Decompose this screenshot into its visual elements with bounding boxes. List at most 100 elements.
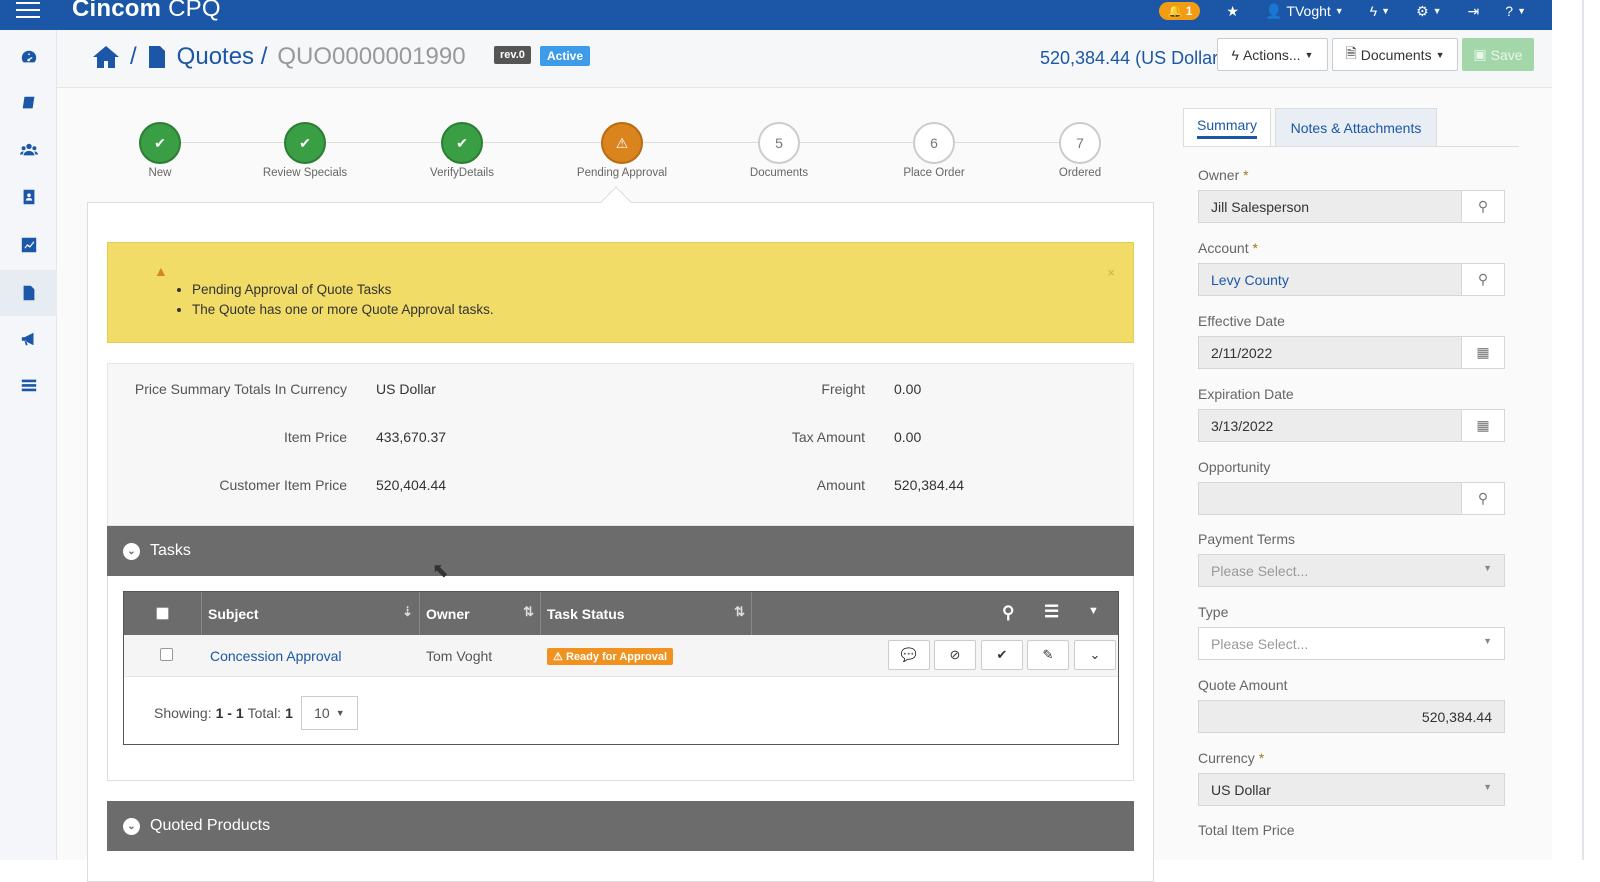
- price-summary: Price Summary Totals In Currency US Doll…: [107, 363, 1134, 526]
- user-menu[interactable]: 👤 TVoght ▼: [1265, 3, 1344, 20]
- quick-actions-menu[interactable]: ϟ ▼: [1370, 3, 1390, 19]
- alert-line: The Quote has one or more Quote Approval…: [192, 300, 494, 320]
- columns-menu-icon[interactable]: ☰: [1044, 602, 1059, 622]
- list-icon[interactable]: [0, 362, 57, 408]
- column-owner[interactable]: Owner ⇅: [420, 592, 541, 635]
- bolt-icon: ϟ: [1231, 46, 1239, 63]
- book-icon[interactable]: [0, 80, 57, 126]
- opportunity-field[interactable]: [1198, 482, 1462, 515]
- home-icon[interactable]: [92, 44, 120, 70]
- quotes-document-icon[interactable]: [0, 270, 57, 316]
- step-pending-approval[interactable]: ⚠ Pending Approval: [552, 122, 692, 179]
- app-brand[interactable]: Cincom CPQ: [72, 0, 221, 23]
- comment-button[interactable]: 💬: [888, 640, 930, 670]
- notifications-button[interactable]: 🔔 1: [1159, 2, 1201, 20]
- step-place-order[interactable]: 6 Place Order: [864, 122, 1004, 179]
- bolt-icon: ϟ: [1369, 3, 1378, 19]
- step-label: Place Order: [903, 167, 965, 179]
- users-icon[interactable]: [0, 127, 57, 173]
- currency-select[interactable]: US Dollar ▼: [1198, 773, 1505, 806]
- effective-date-picker[interactable]: ▦: [1462, 336, 1505, 369]
- caret-down-icon: ▼: [335, 708, 345, 718]
- owner-field[interactable]: Jill Salesperson: [1198, 190, 1462, 223]
- expiration-date-picker[interactable]: ▦: [1462, 409, 1505, 442]
- column-subject[interactable]: Subject ⇣: [202, 592, 420, 635]
- edit-button[interactable]: ✎: [1027, 640, 1069, 670]
- notifications-count: 1: [1185, 4, 1193, 18]
- alert-messages: Pending Approval of Quote Tasks The Quot…: [192, 280, 494, 320]
- amount-value: 520,384.44: [894, 477, 965, 493]
- owner-lookup-button[interactable]: ⚲: [1462, 190, 1505, 223]
- hamburger-menu-icon[interactable]: [16, 2, 40, 23]
- row-expand-button[interactable]: ⌄: [1074, 640, 1116, 670]
- tab-label: Summary: [1197, 117, 1257, 139]
- page-header: / Quotes / QUO0000001990 rev.0 Active 52…: [57, 30, 1552, 88]
- payment-terms-placeholder: Please Select...: [1211, 562, 1309, 579]
- close-icon[interactable]: ×: [1107, 265, 1115, 280]
- documents-button[interactable]: 🗎 Documents ▼: [1332, 38, 1458, 71]
- select-all-checkbox[interactable]: [156, 607, 169, 620]
- chevron-down-icon: ⌄: [123, 542, 140, 560]
- quote-amount-field[interactable]: 520,384.44: [1198, 700, 1505, 733]
- customer-item-price-label: Customer Item Price: [219, 477, 347, 493]
- total-count: 1: [285, 705, 293, 721]
- approval-alert: ▲ Pending Approval of Quote Tasks The Qu…: [107, 242, 1134, 343]
- tab-summary[interactable]: Summary: [1183, 108, 1271, 147]
- quoted-products-section-header[interactable]: ⌄ Quoted Products: [107, 801, 1134, 851]
- sort-icon: ⇅: [734, 604, 745, 619]
- expiration-date-label: Expiration Date: [1198, 386, 1294, 402]
- step-review-specials[interactable]: ✔ Review Specials: [235, 122, 375, 179]
- chart-icon[interactable]: [0, 222, 57, 268]
- item-price-label: Item Price: [283, 429, 347, 445]
- save-button[interactable]: ▣ Save: [1462, 38, 1534, 71]
- type-select[interactable]: Please Select... ▼: [1198, 627, 1505, 660]
- help-menu[interactable]: ? ▼: [1505, 3, 1526, 19]
- search-icon[interactable]: ⚲: [1002, 603, 1014, 623]
- gear-icon: ⚙: [1416, 2, 1429, 19]
- page-size-value: 10: [314, 705, 330, 721]
- approve-button[interactable]: ✔: [981, 640, 1023, 670]
- tab-notes-attachments[interactable]: Notes & Attachments: [1275, 108, 1437, 147]
- breadcrumb-quotes-link[interactable]: Quotes /: [177, 43, 268, 71]
- step-documents[interactable]: 5 Documents: [709, 122, 849, 179]
- task-status-label: Ready for Approval: [565, 651, 667, 663]
- calendar-icon: ▦: [1476, 344, 1490, 360]
- column-label: Owner: [426, 605, 470, 622]
- chevron-down-icon: ⌄: [1089, 647, 1101, 662]
- required-mark: *: [1258, 750, 1265, 766]
- tab-divider: [1183, 146, 1519, 147]
- contacts-book-icon[interactable]: [0, 174, 57, 220]
- dashboard-icon[interactable]: [0, 34, 57, 80]
- megaphone-icon[interactable]: [0, 316, 57, 362]
- logout-icon[interactable]: ⇥: [1468, 3, 1480, 20]
- effective-date-label: Effective Date: [1198, 313, 1285, 329]
- step-label: Ordered: [1058, 167, 1102, 179]
- quote-id: QUO0000001990: [277, 43, 466, 70]
- effective-date-field[interactable]: 2/11/2022: [1198, 336, 1462, 369]
- search-icon: ⚲: [1477, 271, 1489, 287]
- column-task-status[interactable]: Task Status ⇅: [541, 592, 752, 635]
- settings-menu[interactable]: ⚙ ▼: [1416, 3, 1441, 20]
- expiration-date-field[interactable]: 3/13/2022: [1198, 409, 1462, 442]
- tasks-section-header[interactable]: ⌄ Tasks: [107, 526, 1134, 576]
- search-icon: ⚲: [1477, 490, 1489, 506]
- step-verify-details[interactable]: ✔ VerifyDetails: [392, 122, 532, 179]
- document-icon: 🗎: [1345, 44, 1357, 61]
- step-ordered[interactable]: 7 Ordered: [1010, 122, 1150, 179]
- account-lookup-button[interactable]: ⚲: [1462, 263, 1505, 296]
- favorites-star-icon[interactable]: ★: [1226, 3, 1239, 20]
- table-row[interactable]: Concession Approval Tom Voght ⚠ Ready fo…: [124, 635, 1118, 677]
- step-new[interactable]: ✔ New: [90, 122, 230, 179]
- opportunity-lookup-button[interactable]: ⚲: [1462, 482, 1505, 515]
- payment-terms-select[interactable]: Please Select... ▼: [1198, 554, 1505, 587]
- row-checkbox[interactable]: [160, 648, 173, 661]
- page-size-select[interactable]: 10 ▼: [300, 696, 358, 730]
- sort-desc-icon: ⇣: [402, 604, 413, 619]
- tab-label: Notes & Attachments: [1290, 120, 1422, 136]
- task-subject-link[interactable]: Concession Approval: [210, 648, 342, 664]
- actions-button[interactable]: ϟ Actions... ▼: [1217, 38, 1328, 71]
- account-field[interactable]: Levy County: [1198, 263, 1462, 296]
- reject-button[interactable]: ⊘: [934, 640, 976, 670]
- status-badge: ⚠ Ready for Approval: [547, 648, 673, 665]
- caret-down-icon[interactable]: ▼: [1088, 605, 1099, 617]
